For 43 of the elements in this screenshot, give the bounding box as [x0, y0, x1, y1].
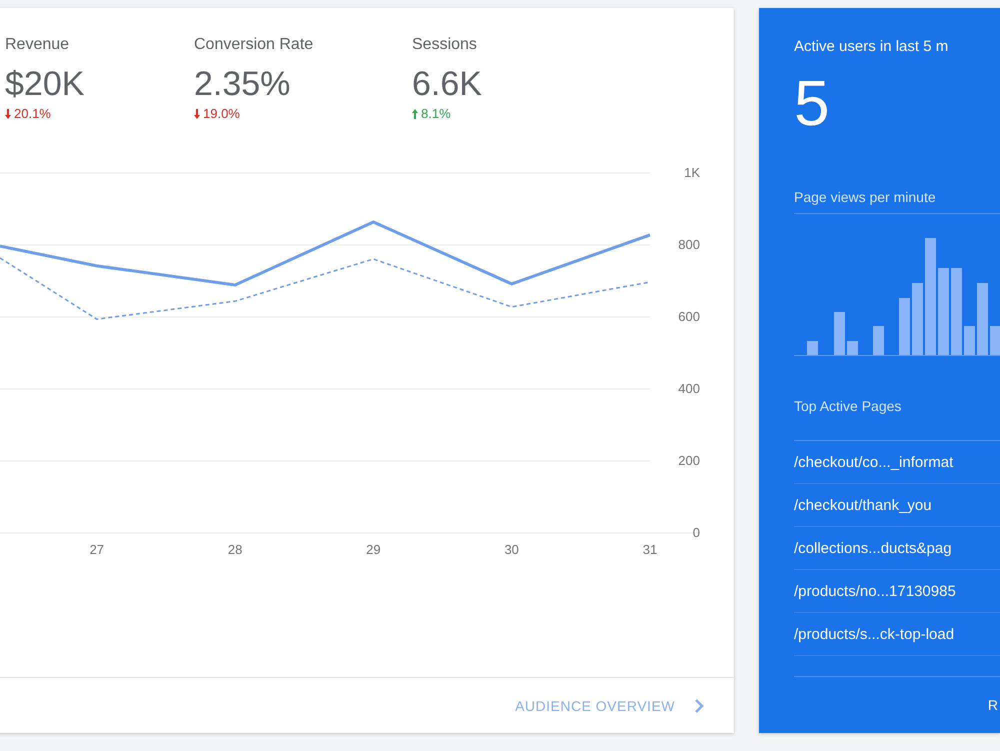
axis-label: 400 [678, 381, 700, 396]
metric-value: $20K [5, 64, 84, 104]
metric-value: 6.6K [412, 64, 482, 104]
axis-label: 600 [678, 309, 700, 324]
down-arrow-icon [194, 108, 200, 118]
page-path-row[interactable]: /products/s...ck-top-load [794, 613, 1000, 656]
axis-label: 0 [692, 525, 700, 540]
axis-label: 200 [678, 453, 700, 468]
bar [912, 283, 923, 355]
active-users-count: 5 [794, 67, 831, 139]
page-path-row[interactable]: /collections...ducts&pag [794, 527, 1000, 570]
page-path-row[interactable]: /products/no...17130985 [794, 570, 1000, 613]
bar [834, 312, 845, 355]
metric-label: Sessions [412, 36, 477, 54]
page-path-row[interactable]: /checkout/thank_you [794, 484, 1000, 527]
metric-change: 20.1% [14, 106, 51, 121]
section-label: Page views per minute [794, 189, 1000, 214]
metric-label: Revenue [5, 36, 70, 54]
page-path-row[interactable]: /checkout/co..._informat [794, 441, 1000, 484]
metric-value: 2.35% [194, 64, 290, 104]
bar [977, 283, 988, 355]
bar [899, 298, 910, 355]
axis-label: 800 [678, 237, 700, 252]
axis-label: 1K [684, 165, 700, 180]
axis-label: 29 [366, 542, 381, 557]
section-label: Top Active Pages [794, 398, 902, 414]
realtime-link[interactable]: R [988, 697, 998, 713]
bar [964, 326, 975, 355]
bar [807, 341, 818, 355]
card-title: Active users in last 5 m [794, 38, 950, 55]
axis-label: 27 [90, 542, 104, 557]
axis-label: 30 [504, 542, 519, 557]
metric-change: 19.0% [203, 106, 240, 121]
bar [990, 326, 1000, 355]
up-arrow-icon [412, 108, 418, 118]
bar [847, 341, 858, 355]
metric-change: 8.1% [421, 106, 451, 121]
axis-label: 28 [228, 542, 242, 557]
axis-label: 31 [642, 542, 658, 557]
metric-label: Conversion Rate [194, 36, 314, 54]
chevron-right-icon [695, 698, 704, 712]
down-arrow-icon [5, 108, 11, 118]
bar [873, 326, 884, 355]
